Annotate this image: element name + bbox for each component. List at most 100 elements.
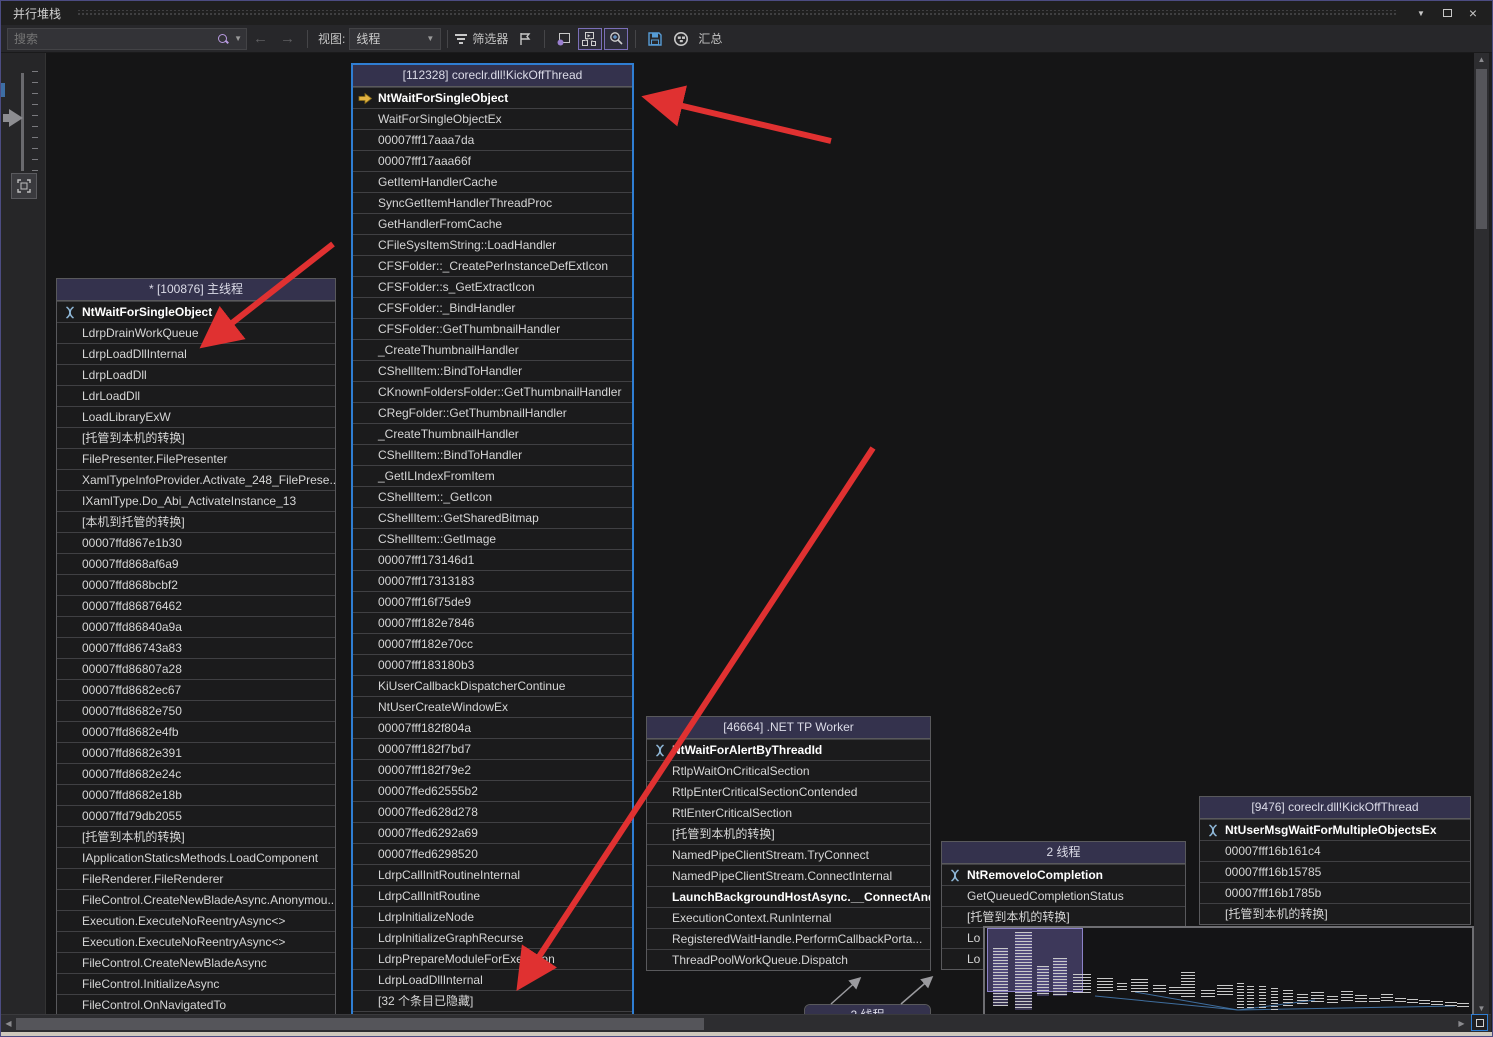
vertical-scrollbar[interactable]: ▲ ▼ bbox=[1474, 53, 1489, 1016]
scroll-right-arrow[interactable]: ▶ bbox=[1454, 1015, 1469, 1033]
stack-frame-row[interactable]: LdrpCallInitRoutineInternal bbox=[353, 864, 632, 885]
stack-box-header[interactable]: [9476] coreclr.dll!KickOffThread bbox=[1200, 797, 1470, 819]
stack-frame-row[interactable]: _GetILIndexFromItem bbox=[353, 465, 632, 486]
stack-frame-row[interactable]: [32 个条目已隐藏] bbox=[353, 990, 632, 1011]
stack-frame-row[interactable]: 00007ffd86807a28 bbox=[57, 658, 335, 679]
stack-frame-row[interactable]: 00007ffd868af6a9 bbox=[57, 553, 335, 574]
stack-frame-row[interactable]: GetHandlerFromCache bbox=[353, 213, 632, 234]
stack-frame-row[interactable]: FileRenderer.FileRenderer bbox=[57, 868, 335, 889]
stack-frame-row[interactable]: 00007ffed628d278 bbox=[353, 801, 632, 822]
stack-frame-row[interactable]: LdrpDrainWorkQueue bbox=[57, 322, 335, 343]
horizontal-scrollbar-thumb[interactable] bbox=[16, 1018, 704, 1030]
stack-frame-row[interactable]: 00007fff183180b3 bbox=[353, 654, 632, 675]
filter-button[interactable] bbox=[455, 28, 467, 50]
stack-frame-row[interactable]: NtWaitForAlertByThreadId bbox=[647, 739, 930, 760]
search-icon[interactable] bbox=[217, 33, 229, 45]
stack-frame-row[interactable]: 00007ffd867e1b30 bbox=[57, 532, 335, 553]
stack-frame-row[interactable]: NtWaitForSingleObject bbox=[353, 87, 632, 108]
scroll-up-arrow[interactable]: ▲ bbox=[1474, 53, 1489, 67]
stack-frame-row[interactable]: 00007fff16b15785 bbox=[1200, 861, 1470, 882]
stack-frame-row[interactable]: 00007ffd8682e750 bbox=[57, 700, 335, 721]
stack-frame-row[interactable]: [托管到本机的转换] bbox=[942, 906, 1185, 927]
view-dropdown[interactable]: 线程 ▼ bbox=[349, 28, 441, 50]
stack-frame-row[interactable]: LoadLibraryExW bbox=[57, 406, 335, 427]
stack-frame-row[interactable]: 00007ffed6292a69 bbox=[353, 822, 632, 843]
stack-frame-row[interactable]: 00007fff182f79e2 bbox=[353, 759, 632, 780]
minimap-overview[interactable] bbox=[983, 926, 1474, 1016]
stack-frame-row[interactable]: 00007ffd86876462 bbox=[57, 595, 335, 616]
stack-frame-row[interactable]: 00007ffd8682e24c bbox=[57, 763, 335, 784]
stack-frame-row[interactable]: _CreateThumbnailHandler bbox=[353, 423, 632, 444]
stack-frame-row[interactable]: CFSFolder::_BindHandler bbox=[353, 297, 632, 318]
stacks-canvas[interactable]: [9476] coreclr.dll!KickOffThreadNtUserMs… bbox=[46, 53, 1476, 1016]
stack-frame-row[interactable]: IXamlType.Do_Abi_ActivateInstance_13 bbox=[57, 490, 335, 511]
stack-frame-row[interactable]: CFSFolder::s_GetExtractIcon bbox=[353, 276, 632, 297]
stack-frame-row[interactable]: RtlpWaitOnCriticalSection bbox=[647, 760, 930, 781]
stack-frame-row[interactable]: Execution.ExecuteNoReentryAsync<> bbox=[57, 910, 335, 931]
stack-frame-row[interactable]: 00007fff182e70cc bbox=[353, 633, 632, 654]
auto-scroll-diagram-button[interactable] bbox=[578, 28, 602, 50]
filter-label[interactable]: 筛选器 bbox=[472, 30, 508, 47]
search-input[interactable] bbox=[12, 31, 217, 47]
horizontal-scrollbar[interactable]: ◀ ▶ bbox=[1, 1014, 1491, 1032]
stack-frame-row[interactable]: LdrpLoadDllInternal bbox=[353, 969, 632, 990]
stack-frame-row[interactable]: RtlpEnterCriticalSectionContended bbox=[647, 781, 930, 802]
stack-frame-row[interactable]: NamedPipeClientStream.ConnectInternal bbox=[647, 865, 930, 886]
stack-frame-row[interactable]: LdrLoadDll bbox=[57, 385, 335, 406]
stack-frame-row[interactable]: 00007ffed62555b2 bbox=[353, 780, 632, 801]
stack-frame-row[interactable]: GetQueuedCompletionStatus bbox=[942, 885, 1185, 906]
stack-frame-row[interactable]: 00007fff17aaa66f bbox=[353, 150, 632, 171]
save-button[interactable] bbox=[643, 28, 667, 50]
stack-frame-row[interactable]: 00007fff182f7bd7 bbox=[353, 738, 632, 759]
stack-frame-row[interactable]: 00007fff182e7846 bbox=[353, 612, 632, 633]
stack-frame-row[interactable]: LdrpLoadDllInternal bbox=[57, 343, 335, 364]
stack-frame-row[interactable]: [托管到本机的转换] bbox=[647, 823, 930, 844]
stack-box-thread-9476[interactable]: [9476] coreclr.dll!KickOffThreadNtUserMs… bbox=[1199, 796, 1471, 925]
stack-frame-row[interactable]: 00007ffd86840a9a bbox=[57, 616, 335, 637]
close-button[interactable]: × bbox=[1460, 4, 1486, 22]
stack-frame-row[interactable]: XamlTypeInfoProvider.Activate_248_FilePr… bbox=[57, 469, 335, 490]
stack-frame-row[interactable]: ThreadPoolWorkQueue.Dispatch bbox=[647, 949, 930, 970]
stack-frame-row[interactable]: Execution.ExecuteNoReentryAsync<> bbox=[57, 931, 335, 952]
stack-box-header[interactable]: [112328] coreclr.dll!KickOffThread bbox=[353, 65, 632, 87]
stack-box-tp-worker-46664[interactable]: [46664] .NET TP WorkerNtWaitForAlertByTh… bbox=[646, 716, 931, 971]
stack-frame-row[interactable]: 00007fff182f804a bbox=[353, 717, 632, 738]
stack-frame-row[interactable]: ExecutionContext.RunInternal bbox=[647, 907, 930, 928]
drag-handle-dots[interactable] bbox=[77, 10, 1398, 17]
stack-frame-row[interactable]: LdrpInitializeGraphRecurse bbox=[353, 927, 632, 948]
stack-frame-row[interactable]: 00007ffed6298520 bbox=[353, 843, 632, 864]
stack-frame-row[interactable]: [本机到托管的转换] bbox=[57, 511, 335, 532]
stack-frame-row[interactable]: 00007ffd8682e4fb bbox=[57, 721, 335, 742]
stack-frame-row[interactable]: CRegFolder::GetThumbnailHandler bbox=[353, 402, 632, 423]
stack-frame-row[interactable]: CFSFolder::GetThumbnailHandler bbox=[353, 318, 632, 339]
stack-box-header[interactable]: 2 线程 bbox=[942, 842, 1185, 864]
summary-button[interactable] bbox=[669, 28, 693, 50]
stack-frame-row[interactable]: FileControl.CreateNewBladeAsync bbox=[57, 952, 335, 973]
scroll-left-arrow[interactable]: ◀ bbox=[1, 1015, 16, 1033]
stack-frame-row[interactable]: LdrpPrepareModuleForExecution bbox=[353, 948, 632, 969]
stack-frame-row[interactable]: NtRemoveIoCompletion bbox=[942, 864, 1185, 885]
back-button[interactable]: ← bbox=[247, 30, 274, 47]
stack-frame-row[interactable]: 00007ffd8682e18b bbox=[57, 784, 335, 805]
stack-frame-row[interactable]: NtUserCreateWindowEx bbox=[353, 696, 632, 717]
stack-frame-row[interactable]: NtUserMsgWaitForMultipleObjectsEx bbox=[1200, 819, 1470, 840]
stack-frame-row[interactable]: CShellItem::BindToHandler bbox=[353, 444, 632, 465]
stack-frame-row[interactable]: 00007ffd86743a83 bbox=[57, 637, 335, 658]
window-position-menu-button[interactable]: ▼ bbox=[1408, 4, 1434, 22]
stack-frame-row[interactable]: 00007ffd868bcbf2 bbox=[57, 574, 335, 595]
stack-frame-row[interactable]: 00007fff17313183 bbox=[353, 570, 632, 591]
stack-frame-row[interactable]: GetItemHandlerCache bbox=[353, 171, 632, 192]
search-box[interactable]: ▼ bbox=[7, 28, 247, 50]
stack-frame-row[interactable]: 00007fff16b161c4 bbox=[1200, 840, 1470, 861]
stack-frame-row[interactable]: [托管到本机的转换] bbox=[57, 427, 335, 448]
vertical-scrollbar-thumb[interactable] bbox=[1476, 69, 1487, 229]
stack-frame-row[interactable]: FileControl.OnNavigatedTo bbox=[57, 994, 335, 1015]
stack-frame-row[interactable]: RtlEnterCriticalSection bbox=[647, 802, 930, 823]
stack-box-thread-112328[interactable]: [112328] coreclr.dll!KickOffThreadNtWait… bbox=[351, 63, 634, 1016]
stack-frame-row[interactable]: CShellItem::_GetIcon bbox=[353, 486, 632, 507]
maximize-button[interactable] bbox=[1434, 4, 1460, 22]
stack-frame-row[interactable]: [托管到本机的转换] bbox=[57, 826, 335, 847]
stack-frame-row[interactable]: 00007ffd79db2055 bbox=[57, 805, 335, 826]
stack-box-header[interactable]: * [100876] 主线程 bbox=[57, 279, 335, 301]
stack-frame-row[interactable]: CShellItem::BindToHandler bbox=[353, 360, 632, 381]
